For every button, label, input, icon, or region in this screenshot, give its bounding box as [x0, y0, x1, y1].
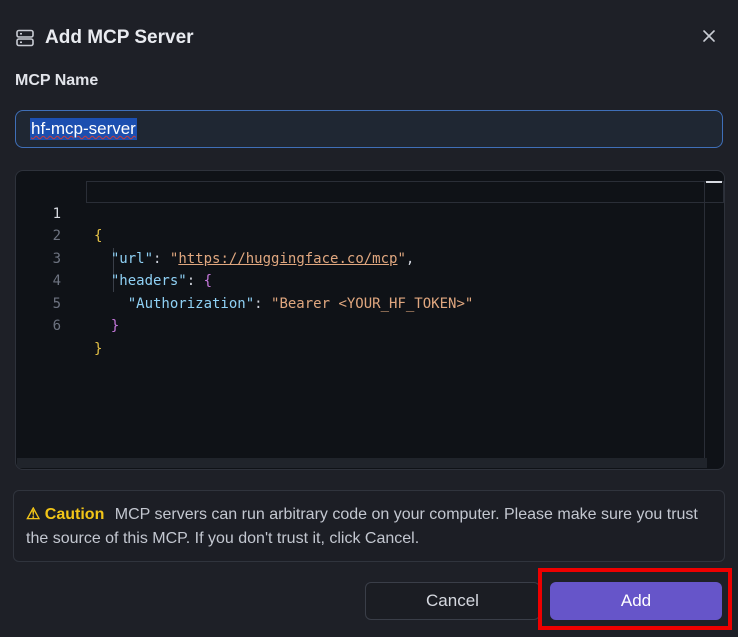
add-button[interactable]: Add — [550, 582, 722, 620]
mcp-name-input[interactable]: hf-mcp-server — [15, 110, 723, 148]
line-number: 6 — [52, 318, 61, 334]
add-mcp-server-dialog: Add MCP Server MCP Name hf-mcp-server 1 … — [0, 0, 738, 637]
mcp-name-value: hf-mcp-server — [30, 118, 137, 140]
code-line-2: 2 "url": "https://huggingface.co/mcp", — [16, 203, 724, 267]
code-line-3: 3 "headers": { — [16, 225, 724, 290]
headers-close-brace: } — [110, 318, 120, 334]
scrollbar-cursor-marker — [706, 181, 722, 183]
server-icon — [15, 28, 35, 48]
caution-text: MCP servers can run arbitrary code on yo… — [26, 506, 698, 547]
horizontal-scrollbar[interactable] — [17, 458, 707, 468]
code-line-4: 4 "Authorization": "Bearer <YOUR_HF_TOKE… — [16, 248, 724, 312]
code-line-5: 5 } — [16, 270, 724, 335]
close-brace: } — [94, 340, 103, 357]
json-config-editor[interactable]: 1 { 2 "url": "https://huggingface.co/mcp… — [15, 170, 725, 470]
dialog-header: Add MCP Server — [15, 24, 194, 52]
code-line-1: 1 { — [16, 180, 724, 245]
code-line-6: 6 } — [16, 293, 724, 357]
caution-notice: ⚠ Caution MCP servers can run arbitrary … — [13, 490, 725, 562]
cancel-button[interactable]: Cancel — [365, 582, 540, 620]
mcp-name-label: MCP Name — [15, 72, 99, 89]
caution-title: ⚠ Caution — [26, 506, 105, 523]
dialog-title: Add MCP Server — [45, 27, 194, 48]
vertical-scrollbar[interactable] — [704, 181, 723, 466]
close-icon[interactable] — [700, 27, 718, 45]
